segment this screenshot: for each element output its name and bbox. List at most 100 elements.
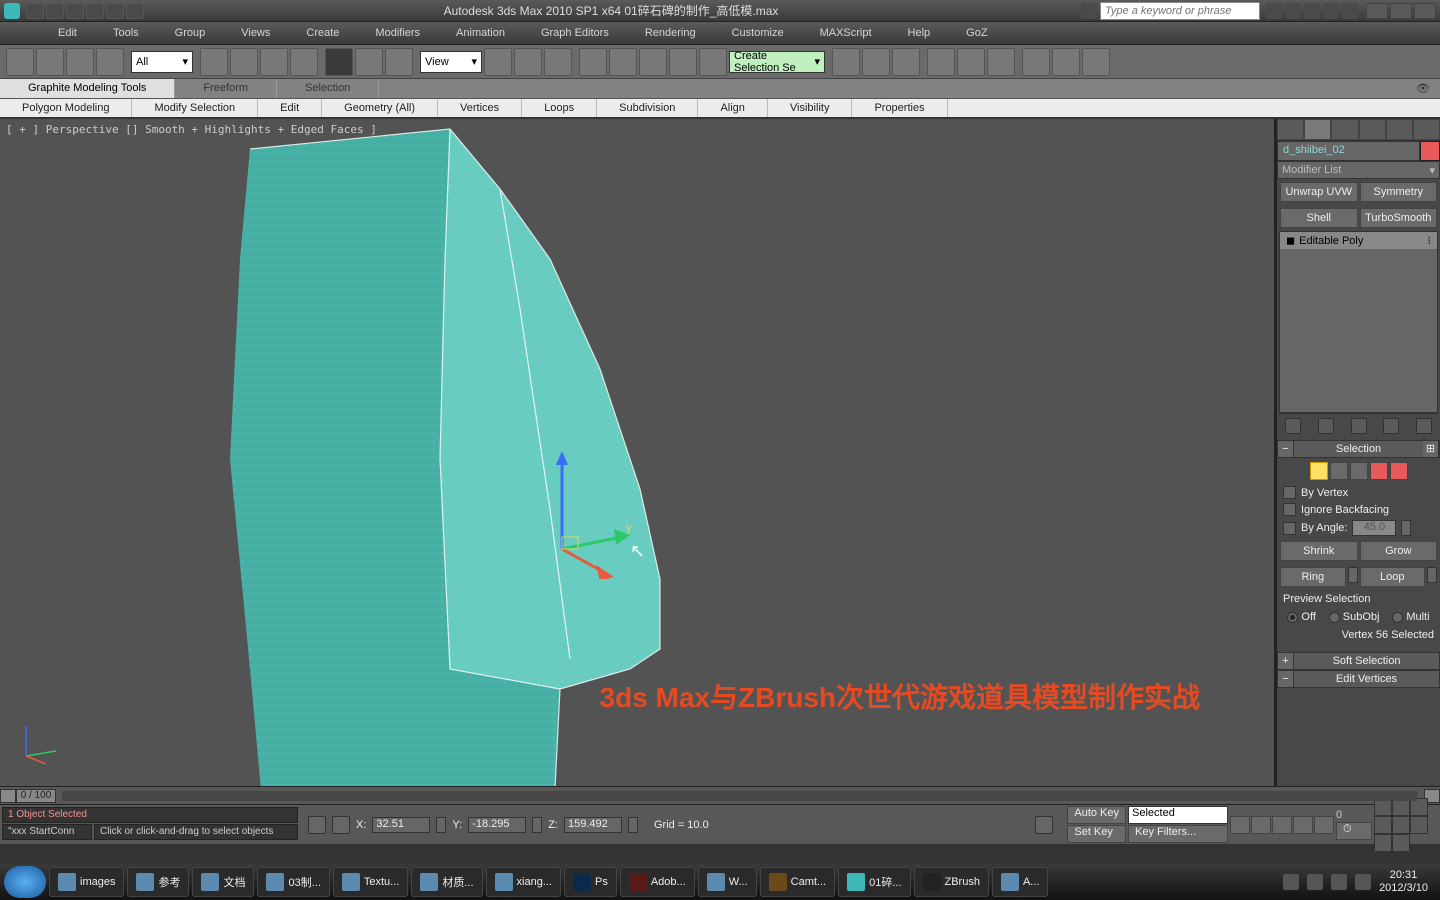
object-name-field[interactable]: d_shiibei_02 — [1277, 141, 1420, 161]
undo-button[interactable] — [6, 48, 34, 76]
current-frame-input[interactable]: 0 — [1336, 809, 1372, 821]
key-filters-button[interactable]: Key Filters... — [1128, 825, 1228, 843]
lock-selection-icon[interactable] — [308, 816, 326, 834]
task-item[interactable]: 文档 — [192, 867, 254, 897]
key-filters-dropdown[interactable]: Selected — [1128, 806, 1228, 824]
material-editor-button[interactable] — [987, 48, 1015, 76]
make-unique-icon[interactable] — [1351, 418, 1367, 434]
favorites-icon[interactable] — [1323, 3, 1339, 19]
task-item[interactable]: A... — [992, 867, 1049, 897]
ignore-backfacing-checkbox[interactable] — [1283, 503, 1296, 516]
render-setup-button[interactable] — [1022, 48, 1050, 76]
task-item[interactable]: xiang... — [486, 867, 561, 897]
select-name-button[interactable] — [230, 48, 258, 76]
tab-display-icon[interactable] — [1386, 119, 1413, 140]
by-angle-checkbox[interactable] — [1283, 522, 1296, 535]
task-item[interactable]: Textu... — [333, 867, 408, 897]
coord-z-spin[interactable] — [628, 817, 638, 833]
by-vertex-checkbox[interactable] — [1283, 486, 1296, 499]
link-button[interactable] — [66, 48, 94, 76]
undo-icon[interactable] — [86, 3, 104, 19]
task-item[interactable]: 参考 — [127, 867, 189, 897]
group-edit[interactable]: Edit — [258, 99, 322, 117]
task-item[interactable]: 01碎... — [838, 867, 910, 897]
fov-icon[interactable] — [1374, 816, 1392, 834]
menu-views[interactable]: Views — [223, 23, 288, 43]
preset-unwrap-uvw-button[interactable]: Unwrap UVW — [1280, 182, 1358, 202]
help-icon[interactable] — [1342, 3, 1358, 19]
search-go-icon[interactable] — [1266, 3, 1282, 19]
time-slider[interactable]: 0 / 100 — [0, 786, 1440, 804]
abs-rel-icon[interactable] — [332, 816, 350, 834]
subscription-icon[interactable] — [1285, 3, 1301, 19]
unlink-button[interactable] — [96, 48, 124, 76]
subobj-border-icon[interactable] — [1350, 462, 1368, 480]
time-track[interactable] — [62, 791, 1418, 801]
task-item[interactable]: images — [49, 867, 124, 897]
walk-icon[interactable] — [1392, 834, 1410, 852]
stack-item-editable-poly[interactable]: ◼Editable Poly⁝ — [1280, 232, 1437, 249]
configure-sets-icon[interactable] — [1416, 418, 1432, 434]
subobj-vertex-icon[interactable] — [1310, 462, 1328, 480]
select-rect-button[interactable] — [260, 48, 288, 76]
ref-coord-dropdown[interactable]: View▾ — [420, 51, 482, 73]
move-gizmo[interactable]: zy — [522, 449, 632, 579]
subobj-polygon-icon[interactable] — [1370, 462, 1388, 480]
keyboard-shortcut-button[interactable] — [544, 48, 572, 76]
group-polygon-modeling[interactable]: Polygon Modeling — [0, 99, 132, 117]
tray-icon[interactable] — [1283, 874, 1299, 890]
menu-group[interactable]: Group — [157, 23, 224, 43]
start-button[interactable] — [4, 866, 46, 898]
object-color-swatch[interactable] — [1420, 141, 1440, 161]
window-crossing-button[interactable] — [290, 48, 318, 76]
clock[interactable]: 20:312012/3/10 — [1379, 869, 1428, 895]
group-geometry-all[interactable]: Geometry (All) — [322, 99, 438, 117]
group-modify-selection[interactable]: Modify Selection — [132, 99, 258, 117]
tab-freeform[interactable]: Freeform — [175, 79, 277, 98]
menu-maxscript[interactable]: MAXScript — [802, 23, 890, 43]
show-end-result-icon[interactable] — [1318, 418, 1334, 434]
maxscript-mini-listener[interactable]: "xxx StartConn — [2, 824, 92, 840]
pivot-button[interactable] — [484, 48, 512, 76]
task-item[interactable]: 03制... — [257, 867, 329, 897]
tray-icon[interactable] — [1355, 874, 1371, 890]
preset-turbosmooth-button[interactable]: TurboSmooth — [1360, 208, 1438, 228]
maximize-viewport-icon[interactable] — [1374, 834, 1392, 852]
ring-spinner[interactable] — [1348, 567, 1358, 583]
rollout-edit-vertices[interactable]: −Edit Vertices — [1277, 670, 1440, 688]
tab-selection[interactable]: Selection — [277, 79, 379, 98]
grow-button[interactable]: Grow — [1360, 541, 1438, 561]
tray-icon[interactable] — [1307, 874, 1323, 890]
menu-tools[interactable]: Tools — [95, 23, 157, 43]
task-item[interactable]: Adob... — [620, 867, 695, 897]
move-button[interactable] — [325, 48, 353, 76]
preset-symmetry-button[interactable]: Symmetry — [1360, 182, 1438, 202]
task-item[interactable]: W... — [698, 867, 757, 897]
group-loops[interactable]: Loops — [522, 99, 597, 117]
maximize-button[interactable] — [1390, 3, 1412, 19]
search-input[interactable] — [1100, 2, 1260, 20]
menu-goz[interactable]: GoZ — [948, 23, 1005, 43]
menu-graph-editors[interactable]: Graph Editors — [523, 23, 627, 43]
angle-spinner[interactable]: 45.0 — [1352, 520, 1396, 536]
align-button[interactable] — [862, 48, 890, 76]
close-button[interactable] — [1414, 3, 1436, 19]
tab-create-icon[interactable] — [1277, 119, 1304, 140]
tray-icon[interactable] — [1331, 874, 1347, 890]
manipulate-button[interactable] — [514, 48, 542, 76]
ring-button[interactable]: Ring — [1280, 567, 1346, 587]
rollout-soft-selection[interactable]: +Soft Selection — [1277, 652, 1440, 670]
edit-named-sel-button[interactable] — [699, 48, 727, 76]
tab-utilities-icon[interactable] — [1413, 119, 1440, 140]
rollout-selection[interactable]: −Selection⊞ — [1277, 440, 1440, 458]
scale-button[interactable] — [385, 48, 413, 76]
coord-x-spin[interactable] — [436, 817, 446, 833]
subobj-element-icon[interactable] — [1390, 462, 1408, 480]
time-prev-icon[interactable] — [0, 789, 16, 803]
time-tag-icon[interactable] — [1035, 816, 1053, 834]
group-visibility[interactable]: Visibility — [768, 99, 853, 117]
preview-subobj-radio[interactable]: SubObj — [1329, 611, 1380, 623]
coord-z-input[interactable]: 159.492 — [564, 817, 622, 833]
minimize-button[interactable] — [1366, 3, 1388, 19]
shrink-button[interactable]: Shrink — [1280, 541, 1358, 561]
